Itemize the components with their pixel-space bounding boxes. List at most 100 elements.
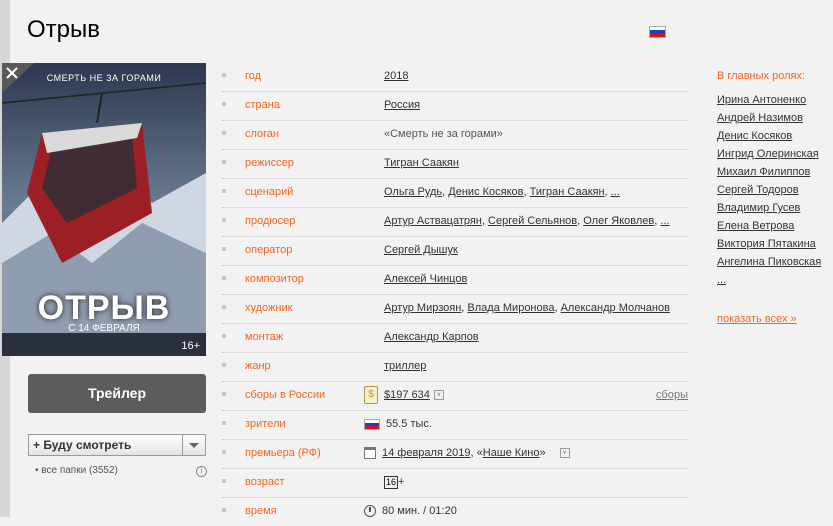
bullet-icon bbox=[222, 247, 226, 251]
age-plus: + bbox=[398, 476, 405, 488]
bullet-icon bbox=[222, 421, 226, 425]
actor-link[interactable]: Ингрид Олеринская bbox=[717, 148, 833, 166]
info-row-producer: продюсер Артур Аствацатрян, Сергей Селья… bbox=[222, 208, 688, 237]
info-row-boxoffice: сборы в России $ $197 634 v сборы bbox=[222, 382, 688, 411]
bullet-icon bbox=[222, 363, 226, 367]
info-label: режиссер bbox=[245, 157, 294, 169]
bullet-icon bbox=[222, 305, 226, 309]
year-link[interactable]: 2018 bbox=[384, 70, 408, 82]
slogan-text: «Смерть не за горами» bbox=[384, 128, 503, 140]
more-link[interactable]: ... bbox=[660, 215, 669, 227]
bullet-icon bbox=[222, 479, 226, 483]
watchlist-select[interactable]: + Буду смотреть bbox=[28, 434, 206, 456]
actor-link[interactable]: Михаил Филиппов bbox=[717, 166, 833, 184]
folders-link[interactable]: • все папки (3552) bbox=[35, 465, 118, 476]
person-link[interactable]: Артур Мирзоян bbox=[384, 302, 461, 314]
bullet-icon bbox=[222, 131, 226, 135]
movie-info-table: год 2018 страна Россия слоган «Смерть не… bbox=[222, 63, 688, 526]
person-link[interactable]: Александр Карпов bbox=[384, 331, 479, 343]
movie-poster[interactable]: СМЕРТЬ НЕ ЗА ГОРАМИ ОТРЫВ С 14 ФЕВРАЛЯ 1… bbox=[2, 63, 206, 356]
show-all-arrow: » bbox=[790, 313, 797, 325]
person-link[interactable]: Ольга Рудь bbox=[384, 186, 442, 198]
watchlist-label: + Буду смотреть bbox=[33, 438, 132, 452]
info-label: слоган bbox=[245, 128, 280, 140]
person-link[interactable]: Алексей Чинцов bbox=[384, 273, 467, 285]
person-link[interactable]: Денис Косяков bbox=[448, 186, 523, 198]
poster-date: С 14 ФЕВРАЛЯ bbox=[68, 323, 140, 334]
info-label: сценарий bbox=[245, 186, 294, 198]
more-link[interactable]: ... bbox=[611, 186, 620, 198]
bullet-icon bbox=[222, 218, 226, 222]
distributor-link[interactable]: Наше Кино bbox=[483, 447, 540, 459]
country-link[interactable]: Россия bbox=[384, 99, 420, 111]
info-row-time: время 80 мин. / 01:20 bbox=[222, 498, 688, 526]
bullet-icon bbox=[222, 508, 226, 512]
info-label: продюсер bbox=[245, 215, 296, 227]
show-all-label: показать всех bbox=[717, 313, 788, 325]
main-cast-heading: В главных ролях: bbox=[717, 70, 806, 82]
person-link[interactable]: Тигран Саакян bbox=[384, 157, 459, 169]
info-row-artist: художник Артур Мирзоян, Влада Миронова, … bbox=[222, 295, 688, 324]
russia-flag-icon[interactable] bbox=[649, 26, 666, 38]
info-row-year: год 2018 bbox=[222, 63, 688, 92]
actor-link[interactable]: Денис Косяков bbox=[717, 130, 833, 148]
actor-link[interactable]: Владимир Гусев bbox=[717, 202, 833, 220]
show-all-link[interactable]: показать всех » bbox=[717, 313, 797, 325]
actor-link[interactable]: Андрей Назимов bbox=[717, 112, 833, 130]
viewers-value: 55.5 тыс. bbox=[386, 418, 432, 430]
bullet-icon bbox=[222, 334, 226, 338]
main-cast: В главных ролях: Ирина Антоненко Андрей … bbox=[717, 70, 833, 292]
distributor-suffix: » bbox=[539, 447, 546, 459]
boxoffice-details-link[interactable]: сборы bbox=[656, 389, 688, 401]
boxoffice-link[interactable]: $197 634 bbox=[384, 389, 430, 401]
actor-link[interactable]: Виктория Пятакина bbox=[717, 238, 833, 256]
person-link[interactable]: Тигран Саакян bbox=[530, 186, 605, 198]
person-link[interactable]: Влада Миронова bbox=[467, 302, 554, 314]
genre-link[interactable]: триллер bbox=[384, 360, 426, 372]
poster-age-rating: 16+ bbox=[181, 340, 200, 352]
info-label: монтаж bbox=[245, 331, 284, 343]
info-label: сборы в России bbox=[245, 389, 326, 401]
bullet-icon bbox=[222, 189, 226, 193]
bullet-icon bbox=[222, 276, 226, 280]
info-row-country: страна Россия bbox=[222, 92, 688, 121]
info-icon[interactable]: i bbox=[196, 466, 207, 477]
bullet-icon bbox=[222, 73, 226, 77]
page-title: Отрыв bbox=[27, 16, 101, 43]
person-link[interactable]: Сергей Дышук bbox=[384, 244, 458, 256]
info-label: время bbox=[245, 505, 277, 517]
bullet-icon bbox=[222, 160, 226, 164]
person-link[interactable]: Олег Яковлев bbox=[583, 215, 654, 227]
info-row-director: режиссер Тигран Саакян bbox=[222, 150, 688, 179]
actor-link[interactable]: Ангелина Пиковская bbox=[717, 256, 833, 274]
actor-link[interactable]: Елена Ветрова bbox=[717, 220, 833, 238]
info-label: год bbox=[245, 70, 262, 82]
trailer-button[interactable]: Трейлер bbox=[28, 374, 206, 413]
actor-link[interactable]: Сергей Тодоров bbox=[717, 184, 833, 202]
actor-link[interactable]: Ирина Антоненко bbox=[717, 94, 833, 112]
person-link[interactable]: Артур Аствацатрян bbox=[384, 215, 482, 227]
person-link[interactable]: Александр Молчанов bbox=[561, 302, 670, 314]
person-link[interactable]: Сергей Сельянов bbox=[488, 215, 577, 227]
expand-icon[interactable]: v bbox=[433, 390, 444, 400]
distributor-prefix: , « bbox=[470, 447, 483, 459]
info-row-viewers: зрители 55.5 тыс. bbox=[222, 411, 688, 440]
chevron-down-icon[interactable] bbox=[182, 435, 205, 455]
more-actors-link[interactable]: ... bbox=[717, 274, 833, 292]
clock-icon bbox=[364, 505, 376, 518]
info-label: оператор bbox=[245, 244, 293, 256]
info-row-age: возраст 16 + bbox=[222, 469, 688, 498]
premiere-date-link[interactable]: 14 февраля 2019 bbox=[382, 447, 470, 459]
duration-value: 80 мин. / 01:20 bbox=[382, 505, 457, 517]
age-rating-badge: 16 bbox=[384, 476, 399, 489]
info-row-operator: оператор Сергей Дышук bbox=[222, 237, 688, 266]
poster-tagline: СМЕРТЬ НЕ ЗА ГОРАМИ bbox=[46, 73, 162, 83]
info-row-premiere: премьера (РФ) 14 февраля 2019, «Наше Кин… bbox=[222, 440, 688, 469]
expand-icon[interactable]: v bbox=[559, 448, 570, 459]
bullet-icon bbox=[222, 450, 226, 454]
info-label: жанр bbox=[245, 360, 271, 372]
info-label: композитор bbox=[245, 273, 304, 285]
info-row-composer: композитор Алексей Чинцов bbox=[222, 266, 688, 295]
calendar-icon bbox=[364, 447, 376, 460]
bullet-icon bbox=[222, 392, 226, 396]
